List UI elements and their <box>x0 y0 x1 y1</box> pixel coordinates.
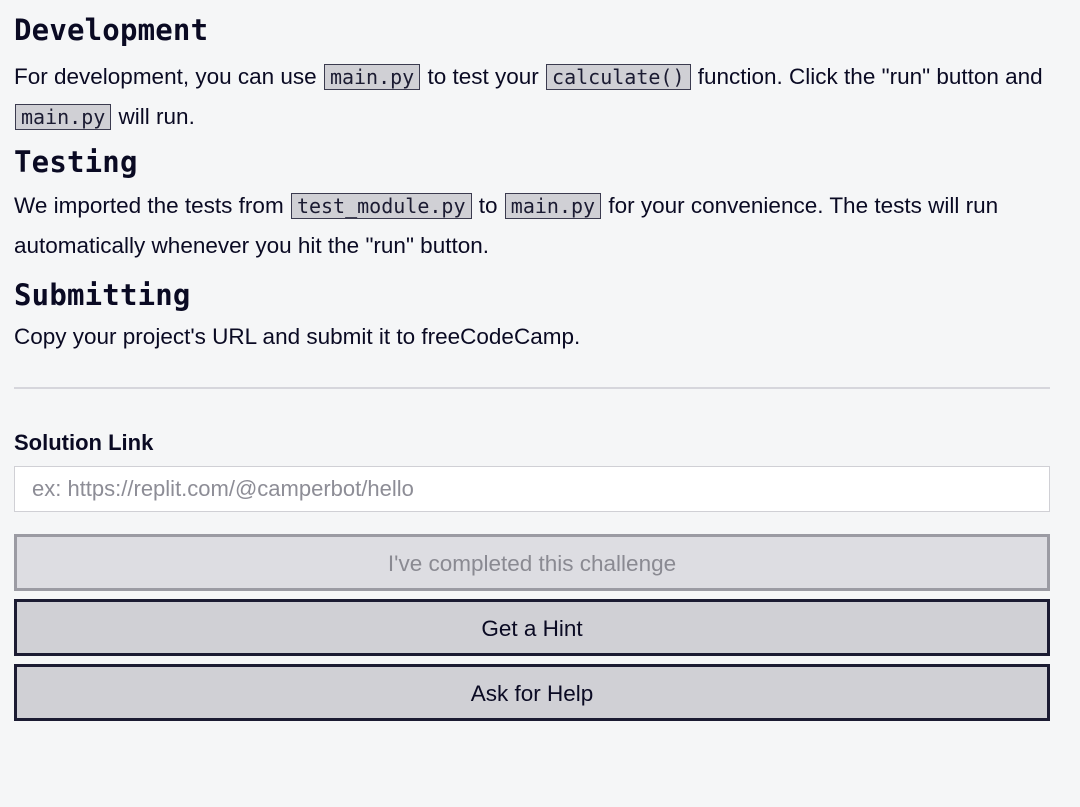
get-hint-button[interactable]: Get a Hint <box>14 599 1050 656</box>
development-text-3: function. Click the "run" button and <box>691 64 1043 89</box>
inline-code-main-py: main.py <box>15 104 112 130</box>
inline-code-calculate: calculate() <box>546 64 691 90</box>
complete-challenge-button[interactable]: I've completed this challenge <box>14 534 1050 591</box>
submitting-paragraph: Copy your project's URL and submit it to… <box>14 324 581 349</box>
solution-link-field <box>14 466 1050 512</box>
development-paragraph: For development, you can use main.py to … <box>14 57 1050 137</box>
inline-code-test-module: test_module.py <box>290 193 472 219</box>
testing-text-1: We imported the tests from <box>14 193 290 218</box>
development-text-2: to test your <box>421 64 546 89</box>
testing-text-2: to <box>472 193 504 218</box>
solution-link-input[interactable] <box>15 467 1049 511</box>
testing-heading: Testing <box>14 145 138 179</box>
development-text-4: will run. <box>112 104 195 129</box>
development-heading: Development <box>14 13 209 47</box>
solution-link-label: Solution Link <box>14 430 154 455</box>
challenge-instructions: Development For development, you can use… <box>14 0 1050 721</box>
development-text-1: For development, you can use <box>14 64 323 89</box>
ask-for-help-button[interactable]: Ask for Help <box>14 664 1050 721</box>
testing-paragraph: We imported the tests from test_module.p… <box>14 186 1050 266</box>
inline-code-main-py: main.py <box>323 64 421 90</box>
submitting-heading: Submitting <box>14 278 191 312</box>
section-divider <box>14 387 1050 389</box>
inline-code-main-py: main.py <box>504 193 602 219</box>
